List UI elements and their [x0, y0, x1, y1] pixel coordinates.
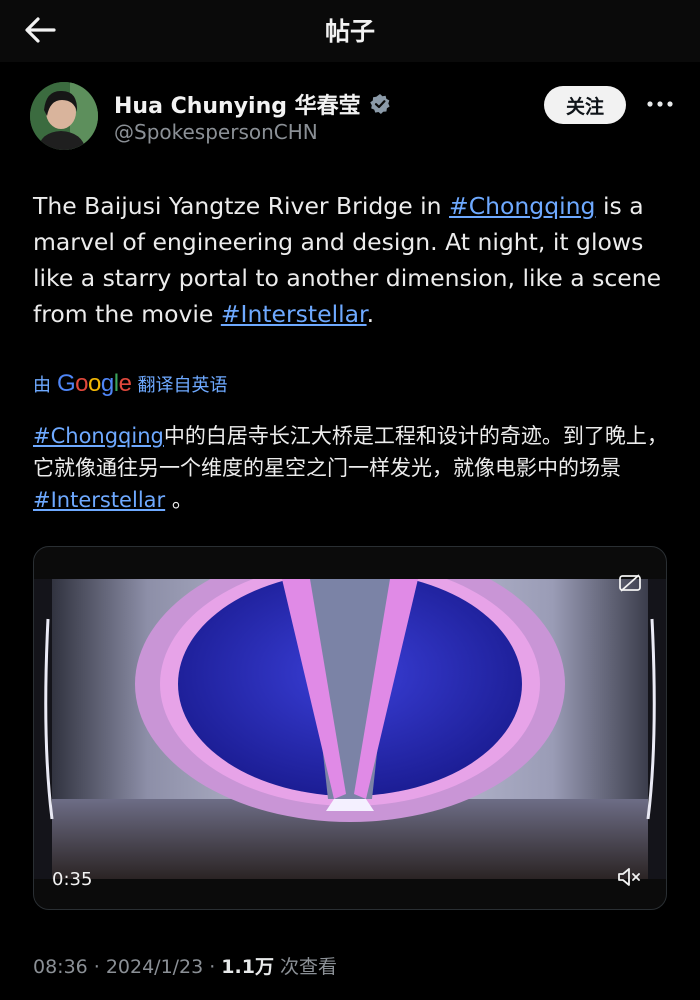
- video-player[interactable]: 0:35: [33, 546, 667, 910]
- views-label: 次查看: [279, 956, 337, 978]
- translated-from-label: 翻译自英语: [137, 375, 228, 396]
- video-time: 0:35: [52, 869, 93, 890]
- hashtag-chongqing[interactable]: #Chongqing: [449, 192, 595, 220]
- author-row: Hua Chunying 华春莹 @SpokespersonCHN 关注: [30, 82, 680, 152]
- avatar[interactable]: [30, 82, 98, 150]
- follow-button[interactable]: 关注: [544, 86, 626, 124]
- post-time: 08:36: [33, 956, 88, 978]
- tweet-text-part: The Baijusi Yangtze River Bridge in: [33, 192, 450, 220]
- translated-by[interactable]: 由 Google 翻译自英语: [33, 370, 227, 398]
- translated-text-part: 。: [165, 488, 193, 512]
- top-bar: 帖子: [0, 0, 700, 62]
- tweet-text: The Baijusi Yangtze River Bridge in #Cho…: [33, 188, 673, 332]
- captions-button[interactable]: [616, 571, 644, 595]
- display-name[interactable]: Hua Chunying 华春莹: [114, 88, 361, 120]
- separator: ·: [93, 956, 100, 978]
- volume-mute-icon: [618, 868, 640, 886]
- translated-by-label: 由: [33, 375, 51, 396]
- google-logo: Google: [57, 370, 132, 397]
- tweet-text-part: .: [366, 300, 375, 328]
- verified-badge-icon: [369, 94, 390, 114]
- hashtag-interstellar[interactable]: #Interstellar: [33, 488, 165, 512]
- more-button[interactable]: [640, 88, 680, 120]
- handle[interactable]: @SpokespersonCHN: [114, 120, 318, 144]
- separator: ·: [209, 956, 216, 978]
- more-horizontal-icon: [647, 101, 673, 107]
- mute-button[interactable]: [614, 863, 646, 891]
- name-row: Hua Chunying 华春莹: [114, 88, 391, 120]
- video-frame[interactable]: [34, 579, 666, 879]
- hashtag-chongqing[interactable]: #Chongqing: [33, 424, 164, 448]
- post-date: 2024/1/23: [105, 956, 204, 978]
- views-count[interactable]: 1.1万: [221, 952, 274, 979]
- hashtag-interstellar[interactable]: #Interstellar: [221, 300, 367, 328]
- post-meta: 08:36 · 2024/1/23 · 1.1万 次查看: [33, 952, 337, 979]
- closed-caption-off-icon: [619, 574, 641, 592]
- translated-text: #Chongqing中的白居寺长江大桥是工程和设计的奇迹。到了晚上，它就像通往另…: [33, 420, 673, 516]
- page-title: 帖子: [324, 17, 375, 46]
